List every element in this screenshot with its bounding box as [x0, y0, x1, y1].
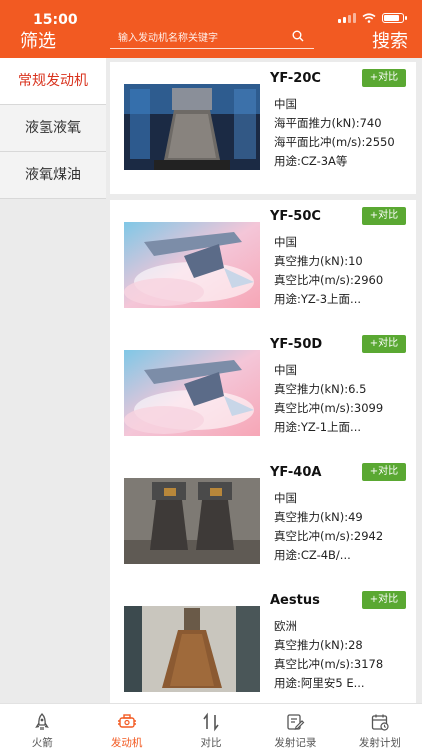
status-time: 15:00 — [33, 12, 78, 28]
tab-launch-plan[interactable]: 发射计划 — [338, 704, 422, 751]
add-compare-button[interactable]: +对比 — [362, 463, 406, 481]
tab-compare[interactable]: 对比 — [169, 704, 253, 751]
engine-specs: 中国 海平面推力(kN):740 海平面比冲(m/s):2550 用途:CZ-3… — [274, 95, 412, 171]
engine-name: YF-50D — [270, 337, 323, 352]
tab-label: 发动机 — [110, 737, 143, 749]
engine-name: YF-20C — [270, 71, 321, 86]
sidebar-item-lox-kerosene[interactable]: 液氧煤油 — [0, 152, 106, 199]
battery-icon — [382, 13, 407, 23]
engine-specs: 中国 真空推力(kN):10 真空比冲(m/s):2960 用途:YZ-3上面.… — [274, 233, 412, 309]
engine-region: 中国 — [274, 97, 297, 111]
engine-region: 中国 — [274, 491, 297, 505]
engine-name: Aestus — [270, 593, 320, 608]
engine-usage: 用途:YZ-3上面... — [274, 292, 362, 306]
engine-photo-icon — [124, 606, 260, 692]
rocket-icon — [35, 713, 50, 730]
engine-region: 中国 — [274, 363, 297, 377]
engine-name: YF-40A — [270, 465, 322, 480]
engine-usage: 用途:CZ-3A等 — [274, 154, 348, 168]
category-sidebar: 常规发动机 液氢液氧 液氧煤油 — [0, 58, 106, 703]
tab-rocket[interactable]: 火箭 — [0, 704, 84, 751]
sidebar-item-conventional[interactable]: 常规发动机 — [0, 58, 106, 105]
engine-region: 中国 — [274, 235, 297, 249]
compare-icon — [203, 712, 219, 732]
engine-isp: 真空比冲(m/s):2942 — [274, 529, 384, 543]
engine-illustration-icon — [124, 222, 260, 308]
launch-record-icon — [287, 714, 305, 730]
engine-list: YF-20C +对比 中国 海平面推力(kN):740 海平面比冲(m/s):2… — [106, 58, 422, 703]
search-button[interactable]: 搜索 — [372, 27, 408, 53]
bottom-tab-bar: 火箭 发动机 对比 发射记录 发射计划 — [0, 703, 422, 751]
engine-isp: 真空比冲(m/s):2960 — [274, 273, 384, 287]
engine-usage: 用途:CZ-4B/... — [274, 548, 351, 562]
engine-thrust: 真空推力(kN):6.5 — [274, 382, 367, 396]
engine-isp: 海平面比冲(m/s):2550 — [274, 135, 395, 149]
engine-thrust: 真空推力(kN):28 — [274, 638, 363, 652]
engine-card[interactable]: YF-20C +对比 中国 海平面推力(kN):740 海平面比冲(m/s):2… — [110, 62, 416, 194]
tab-engine[interactable]: 发动机 — [84, 704, 168, 751]
tab-label: 发射记录 — [274, 737, 317, 749]
engine-thrust: 真空推力(kN):10 — [274, 254, 363, 268]
engine-region: 欧洲 — [274, 619, 297, 633]
engine-usage: 用途:YZ-1上面... — [274, 420, 362, 434]
top-bar: 15:00 筛选 搜索 — [0, 0, 422, 58]
engine-thrust: 真空推力(kN):49 — [274, 510, 363, 524]
search-input[interactable] — [110, 26, 288, 49]
status-icons — [338, 13, 407, 23]
engine-isp: 真空比冲(m/s):3099 — [274, 401, 384, 415]
engine-card[interactable]: Aestus +对比 欧洲 真空推力(kN):28 真空比冲(m/s):3178… — [110, 584, 416, 703]
signal-icon — [338, 13, 356, 23]
wifi-icon — [362, 13, 376, 23]
engine-illustration-icon — [124, 350, 260, 436]
tab-label: 火箭 — [31, 737, 53, 749]
engine-name: YF-50C — [270, 209, 321, 224]
search-icon[interactable] — [292, 30, 304, 42]
sidebar-item-lh2-lox[interactable]: 液氢液氧 — [0, 105, 106, 152]
search-bar — [110, 26, 314, 49]
add-compare-button[interactable]: +对比 — [362, 69, 406, 87]
engine-card[interactable]: YF-40A +对比 中国 真空推力(kN):49 真空比冲(m/s):2942… — [110, 456, 416, 588]
engine-thrust: 海平面推力(kN):740 — [274, 116, 382, 130]
engine-icon — [117, 714, 136, 728]
engine-specs: 中国 真空推力(kN):49 真空比冲(m/s):2942 用途:CZ-4B/.… — [274, 489, 412, 565]
launch-plan-icon — [371, 714, 389, 731]
engine-card[interactable]: YF-50C +对比 中国 真空推力(kN):10 真空比冲(m/s):2960… — [110, 200, 416, 332]
engine-card[interactable]: YF-50D +对比 中国 真空推力(kN):6.5 真空比冲(m/s):309… — [110, 328, 416, 460]
add-compare-button[interactable]: +对比 — [362, 591, 406, 609]
tab-label: 对比 — [200, 737, 222, 749]
tab-label: 发射计划 — [358, 737, 401, 749]
add-compare-button[interactable]: +对比 — [362, 207, 406, 225]
engine-specs: 欧洲 真空推力(kN):28 真空比冲(m/s):3178 用途:阿里安5 E.… — [274, 617, 412, 693]
twin-engine-photo-icon — [124, 478, 260, 564]
tab-launch-record[interactable]: 发射记录 — [253, 704, 337, 751]
engine-photo-icon — [124, 84, 260, 170]
add-compare-button[interactable]: +对比 — [362, 335, 406, 353]
engine-specs: 中国 真空推力(kN):6.5 真空比冲(m/s):3099 用途:YZ-1上面… — [274, 361, 412, 437]
filter-button[interactable]: 筛选 — [20, 27, 56, 53]
engine-usage: 用途:阿里安5 E... — [274, 676, 365, 690]
engine-isp: 真空比冲(m/s):3178 — [274, 657, 384, 671]
